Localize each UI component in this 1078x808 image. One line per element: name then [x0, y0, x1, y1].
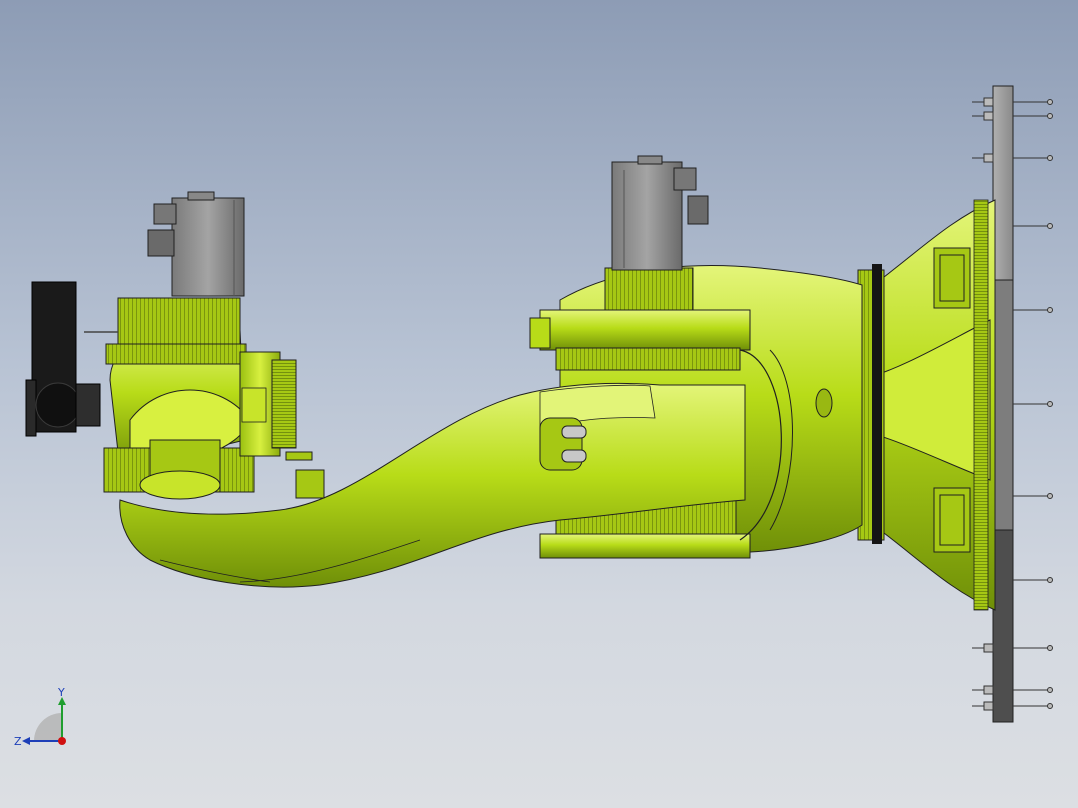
x-axis-dot: [58, 737, 66, 745]
bolt-nut: [983, 111, 994, 121]
bolt-head: [1047, 99, 1053, 105]
wrist-motor[interactable]: [147, 191, 245, 297]
triad-plane: [34, 713, 62, 741]
bolt-head: [1047, 155, 1053, 161]
cad-viewport[interactable]: Y Z: [0, 0, 1078, 808]
bolt-head: [1047, 493, 1053, 499]
robot-arm-model[interactable]: [0, 0, 1078, 808]
bolt-head: [1047, 577, 1053, 583]
bolt-head: [1047, 307, 1053, 313]
z-axis-label: Z: [14, 735, 22, 748]
y-axis-label: Y: [57, 686, 65, 699]
base-flange[interactable]: [857, 199, 996, 611]
z-axis-head: [22, 737, 30, 745]
bolt-head: [1047, 401, 1053, 407]
bolt-nut: [983, 701, 994, 711]
base-motor[interactable]: [604, 155, 709, 311]
end-effector-camera[interactable]: [25, 281, 118, 437]
bolt-head: [1047, 113, 1053, 119]
bolt-head: [1047, 645, 1053, 651]
coordinate-triad: Y Z: [14, 686, 66, 748]
bolt-head: [1047, 687, 1053, 693]
wrist-assembly[interactable]: [103, 297, 325, 500]
bolt-head: [1047, 223, 1053, 229]
bolt-head: [1047, 703, 1053, 709]
bolt-nut: [983, 643, 994, 653]
bolt-nut: [983, 153, 994, 163]
bolt-nut: [983, 97, 994, 107]
bolt-nut: [983, 685, 994, 695]
